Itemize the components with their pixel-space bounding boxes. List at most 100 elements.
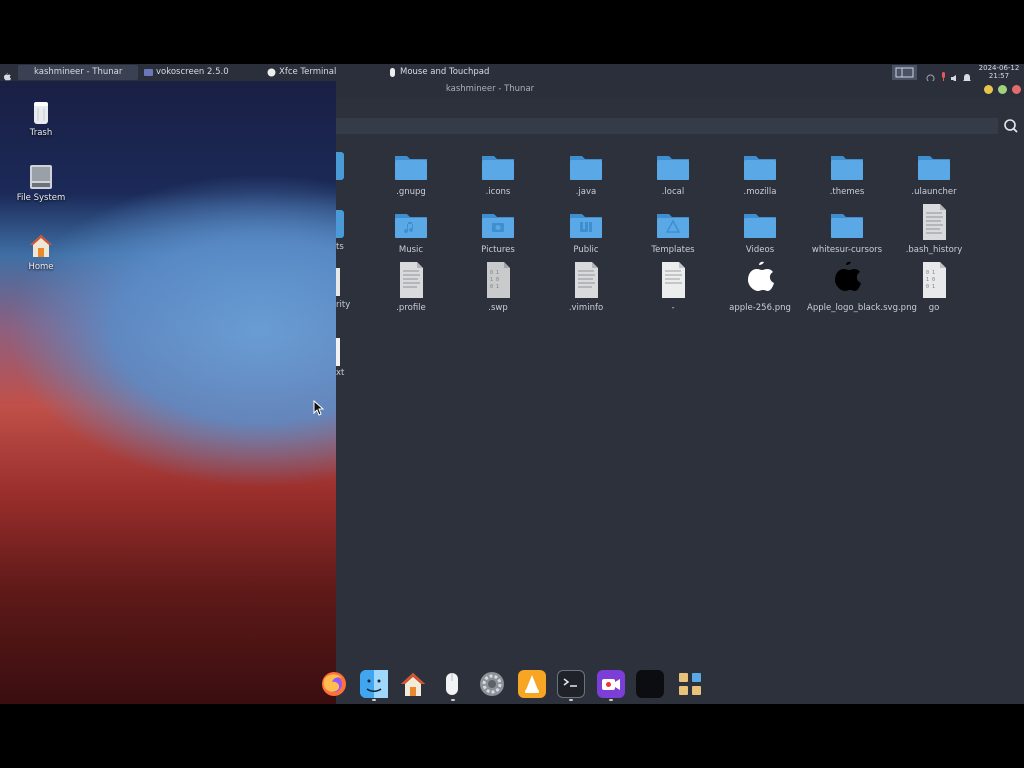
desktop-icon-label: File System — [16, 193, 66, 203]
maximize-button[interactable] — [998, 85, 1007, 94]
minimize-button[interactable] — [984, 85, 993, 94]
screen-recorder-dock-icon[interactable] — [597, 670, 625, 698]
file-item-partial-folder[interactable] — [336, 152, 344, 180]
task-thunar[interactable]: kashmineer - Thunar — [18, 65, 138, 80]
svg-text:0 1: 0 1 — [490, 270, 499, 276]
file-item-document[interactable]: 0 11 00 1 .swp — [458, 260, 538, 313]
folder-icon — [829, 150, 865, 184]
dock-running-indicator — [372, 699, 376, 701]
vokoscreen-icon — [144, 68, 153, 77]
file-label-partial: ts — [336, 242, 344, 252]
mouse-cursor-icon — [313, 399, 325, 420]
terminal-icon — [267, 68, 276, 77]
finder-dock-icon[interactable] — [360, 670, 388, 698]
file-item-folder[interactable]: .mozilla — [720, 150, 800, 197]
folder-icon — [393, 150, 429, 184]
file-label: Music — [398, 245, 424, 255]
search-icon — [1004, 119, 1018, 133]
file-label: .profile — [396, 303, 426, 313]
folder-icon — [742, 150, 778, 184]
file-item-image[interactable]: apple-256.png — [720, 258, 800, 313]
file-item-partial-doc[interactable] — [336, 338, 340, 366]
desktop-icon-filesystem[interactable]: File System — [6, 163, 76, 203]
text-file-icon — [655, 260, 691, 300]
microphone-icon[interactable] — [939, 67, 948, 81]
file-item-folder[interactable]: .icons — [458, 150, 538, 197]
file-item-folder[interactable]: Videos — [720, 208, 800, 255]
svg-text:1 0: 1 0 — [926, 277, 935, 283]
mouse-icon — [388, 68, 397, 77]
file-item-folder[interactable]: Templates — [633, 208, 713, 255]
task-mouse-touchpad[interactable]: Mouse and Touchpad — [384, 65, 514, 80]
file-item-folder[interactable]: Music — [371, 208, 451, 255]
file-item-folder[interactable]: whitesur-cursors — [807, 208, 887, 255]
notification-bell-icon[interactable] — [963, 68, 971, 81]
drive-icon — [27, 163, 55, 191]
public-folder-icon — [568, 208, 604, 242]
apple-menu-icon[interactable] — [2, 67, 12, 81]
file-item-folder[interactable]: Pictures — [458, 208, 538, 255]
file-item-folder[interactable]: .local — [633, 150, 713, 197]
file-label-partial: rity — [336, 300, 351, 310]
apple-logo-black-icon — [829, 258, 865, 300]
binary-file-icon: 0 11 00 1 — [480, 260, 516, 300]
file-label: .bash_history — [905, 245, 963, 255]
mouse-settings-dock-icon[interactable] — [438, 670, 466, 698]
close-button[interactable] — [1012, 85, 1021, 94]
file-label: .icons — [485, 187, 511, 197]
terminal-dock-icon[interactable] — [557, 670, 585, 698]
file-item-partial-folder[interactable] — [336, 210, 344, 238]
vlc-dock-icon[interactable] — [518, 670, 546, 698]
task-label: vokoscreen 2.5.0 — [156, 67, 229, 77]
file-label: .ulauncher — [911, 187, 957, 197]
pictures-folder-icon — [480, 208, 516, 242]
task-vokoscreen[interactable]: vokoscreen 2.5.0 — [140, 65, 258, 80]
file-item-document[interactable]: - — [633, 260, 713, 313]
workspace-switcher[interactable] — [892, 65, 917, 80]
file-label: - — [671, 303, 675, 313]
clock-time: 21:57 — [988, 71, 1010, 80]
file-label: .themes — [829, 187, 865, 197]
file-label: Public — [573, 245, 599, 255]
volume-icon[interactable] — [950, 68, 960, 82]
desktop-icon-home[interactable]: Home — [6, 232, 76, 272]
file-label: Pictures — [481, 245, 515, 255]
app-grid-dock-icon[interactable] — [676, 670, 704, 698]
taskbar: kashmineer - Thunar vokoscreen 2.5.0 Xfc… — [0, 64, 1024, 83]
file-item-document[interactable]: .bash_history — [894, 202, 974, 255]
desktop-icon-label: Home — [28, 262, 54, 272]
file-item-image[interactable]: Apple_logo_black.svg.png — [807, 258, 917, 313]
svg-text:0 1: 0 1 — [926, 270, 935, 276]
dock-running-indicator — [609, 699, 613, 701]
file-item-folder[interactable]: Public — [546, 208, 626, 255]
file-item-partial-doc[interactable] — [336, 268, 340, 296]
firefox-dock-icon[interactable] — [320, 670, 348, 698]
file-item-document[interactable]: 0 11 00 1 go — [894, 260, 974, 313]
file-item-folder[interactable]: .themes — [807, 150, 887, 197]
folder-icon — [916, 150, 952, 184]
file-label: go — [928, 303, 940, 313]
search-button[interactable] — [1000, 115, 1022, 137]
home-folder-dock-icon[interactable] — [399, 670, 427, 698]
file-item-folder[interactable]: .ulauncher — [894, 150, 974, 197]
file-label: Apple_logo_black.svg.png — [807, 303, 917, 313]
location-bar[interactable] — [336, 118, 998, 134]
system-settings-dock-icon[interactable] — [478, 670, 506, 698]
network-icon[interactable] — [926, 68, 935, 83]
desktop-icon-trash[interactable]: Trash — [6, 98, 76, 138]
blank-app-dock-icon[interactable] — [636, 670, 664, 698]
clock[interactable]: 2024-06-12 21:57 — [976, 64, 1022, 80]
file-item-folder[interactable]: .java — [546, 150, 626, 197]
file-item-folder[interactable]: .gnupg — [371, 150, 451, 197]
apple-logo-white-icon — [742, 258, 778, 300]
svg-text:0 1: 0 1 — [490, 284, 499, 290]
dock-running-indicator — [569, 699, 573, 701]
file-item-document[interactable]: .profile — [371, 260, 451, 313]
folder-icon — [480, 150, 516, 184]
svg-text:1 0: 1 0 — [490, 277, 499, 283]
task-terminal[interactable]: Xfce Terminal — [263, 65, 381, 80]
home-icon — [27, 232, 55, 260]
file-label: .local — [661, 187, 685, 197]
file-label: .swp — [488, 303, 508, 313]
file-item-document[interactable]: .viminfo — [546, 260, 626, 313]
